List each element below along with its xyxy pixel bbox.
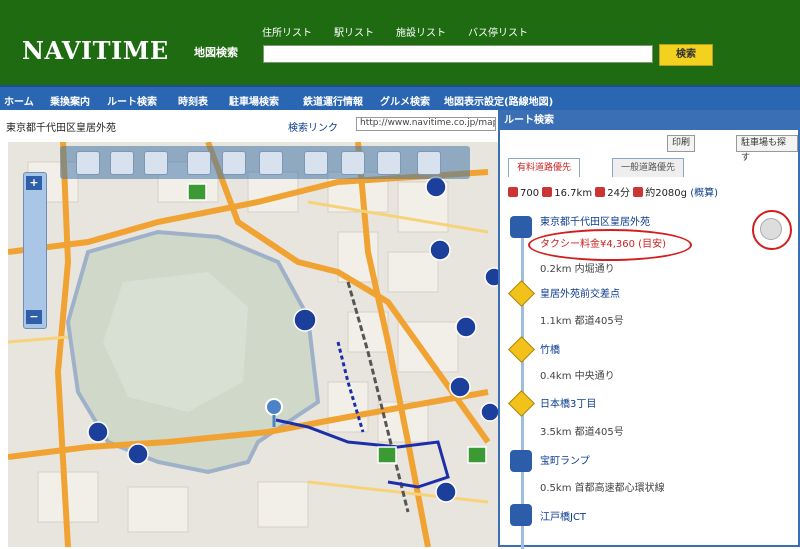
top-link-address[interactable]: 住所リスト [262, 24, 312, 39]
turn-right-icon [508, 390, 535, 417]
ramp-icon [510, 450, 532, 472]
find-parking-button[interactable]: 駐車場も探す [736, 135, 798, 163]
nav-rail-status[interactable]: 鉄道運行情報 [303, 93, 363, 108]
fuel-icon [633, 187, 644, 197]
car-icon[interactable] [110, 151, 134, 175]
navitime-logo[interactable]: NAVITIME [22, 36, 169, 65]
nav-timetable[interactable]: 時刻表 [178, 93, 208, 108]
segment-4: 3.5km 都道405号 [540, 427, 624, 438]
start-point-icon [510, 216, 532, 238]
step-start-name[interactable]: 東京都千代田区皇居外苑 [540, 213, 650, 228]
print-button[interactable]: 印刷 [667, 135, 696, 152]
url-field[interactable]: http://www.navitime.co.jp/maps [356, 117, 496, 131]
travel-time: 24分 [607, 188, 631, 199]
zoom-control[interactable]: + − [23, 172, 47, 329]
route-panel: ルート検索 印刷 駐車場も探す 有料道路優先 一般道路優先 700 16.7km… [498, 110, 800, 549]
taxi-fare-highlight [528, 229, 692, 261]
map-canvas [8, 142, 500, 547]
step-3-name[interactable]: 竹橋 [540, 341, 560, 356]
document-icon[interactable] [222, 151, 246, 175]
nav-transit[interactable]: 乗換案内 [50, 93, 90, 108]
fuel-estimate: 約2080g [645, 188, 687, 199]
toll-amount: 700 [520, 188, 540, 199]
toll-icon [508, 187, 518, 197]
store-icon[interactable] [304, 151, 328, 175]
segment-3: 0.4km 中央通り [540, 371, 615, 382]
flower-icon[interactable] [417, 151, 441, 175]
nav-home[interactable]: ホーム [4, 93, 34, 108]
top-link-facility[interactable]: 施設リスト [396, 24, 446, 39]
current-address: 東京都千代田区皇居外苑 [6, 123, 116, 134]
step-2-name[interactable]: 皇居外苑前交差点 [540, 285, 620, 300]
parking-icon[interactable] [259, 151, 283, 175]
time-icon [595, 187, 606, 197]
turn-left-icon [508, 336, 535, 363]
segment-5: 0.5km 首都高速都心環状線 [540, 483, 665, 494]
main-nav: ホーム 乗換案内 ルート検索 時刻表 駐車場検索 鉄道運行情報 グルメ検索 地図… [0, 85, 800, 110]
segment-2: 1.1km 都道405号 [540, 316, 624, 327]
route-panel-title: ルート検索 [500, 112, 798, 130]
top-link-busstop[interactable]: バス停リスト [468, 24, 528, 39]
zoom-out-icon[interactable]: − [26, 310, 42, 324]
segment-1: 0.2km 内堀通り [540, 264, 615, 275]
step-5-name[interactable]: 宝町ランプ [540, 452, 590, 467]
train-icon[interactable] [144, 151, 168, 175]
nav-gourmet[interactable]: グルメ検索 [380, 93, 430, 108]
turn-left-icon [508, 280, 535, 307]
tab-toll-priority[interactable]: 有料道路優先 [508, 158, 581, 177]
step-4-name[interactable]: 日本橋3丁目 [540, 395, 596, 410]
route-summary: 700 16.7km 24分 約2080g (概算) [508, 184, 718, 199]
search-button[interactable]: 検索 [659, 44, 713, 66]
top-link-station[interactable]: 駅リスト [334, 24, 374, 39]
search-link[interactable]: 検索リンク [288, 119, 338, 134]
map-view[interactable] [8, 142, 500, 547]
map-search-input[interactable] [263, 45, 653, 63]
distance-icon [542, 187, 553, 197]
pointer-icon[interactable] [341, 151, 365, 175]
zoom-in-icon[interactable]: + [26, 176, 42, 190]
estimate-note[interactable]: (概算) [690, 188, 718, 199]
building-icon[interactable] [187, 151, 211, 175]
nav-route-search[interactable]: ルート検索 [107, 93, 157, 108]
step-6-name[interactable]: 江戸橋JCT [540, 508, 586, 523]
junction-icon [510, 504, 532, 526]
top-links: 住所リスト 駅リスト 施設リスト バス停リスト [262, 24, 528, 39]
taxi-detail-button[interactable] [760, 218, 782, 240]
pan-icon[interactable] [76, 151, 100, 175]
nav-map-settings[interactable]: 地図表示設定(路線地図) [444, 93, 553, 108]
map-search-label: 地図検索 [194, 46, 238, 59]
site-header: NAVITIME 住所リスト 駅リスト 施設リスト バス停リスト 地図検索 検索 [0, 0, 800, 85]
tab-general-road-priority[interactable]: 一般道路優先 [612, 158, 685, 177]
nav-parking[interactable]: 駐車場検索 [229, 93, 279, 108]
bus-icon[interactable] [377, 151, 401, 175]
distance: 16.7km [554, 188, 593, 199]
